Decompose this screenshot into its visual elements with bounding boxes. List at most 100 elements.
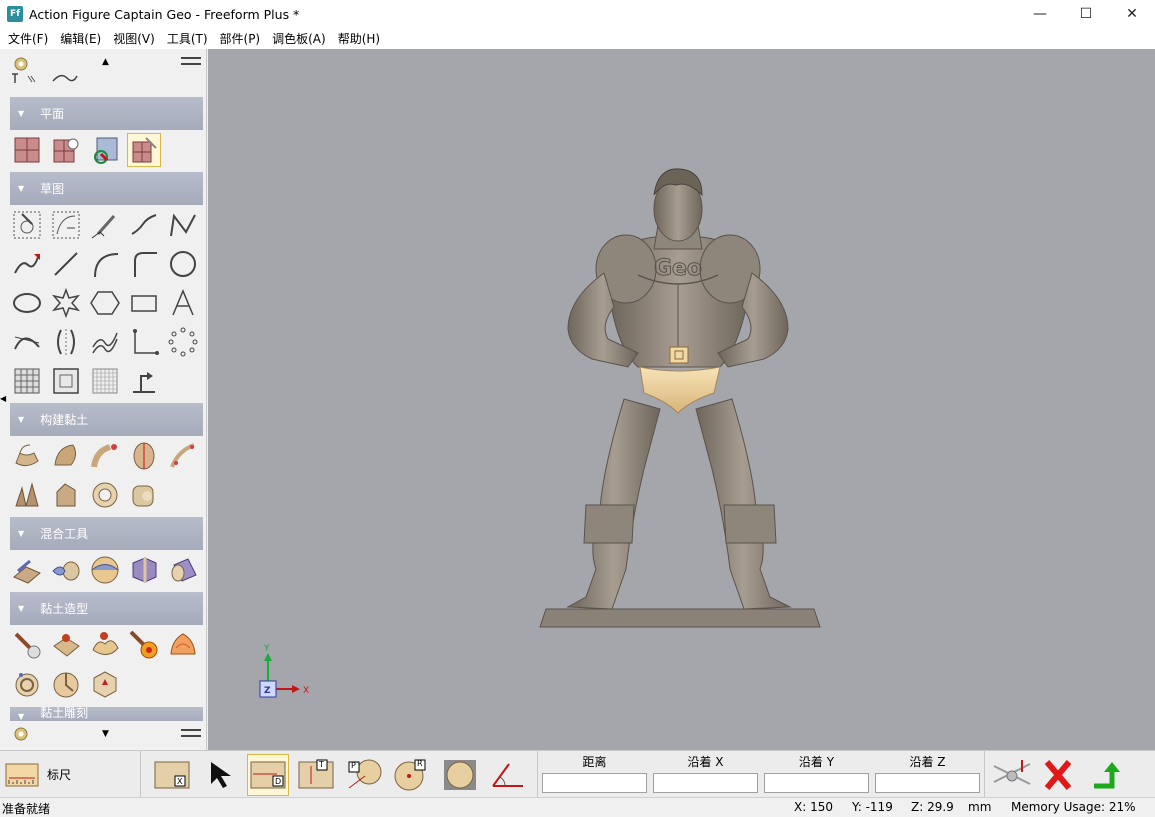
plane-move-icon[interactable] bbox=[89, 134, 121, 166]
sketch-select-icon[interactable] bbox=[11, 209, 43, 241]
distance-field[interactable] bbox=[542, 773, 647, 793]
cube-blend-icon[interactable] bbox=[128, 554, 160, 586]
palette-bottom-menu-icon[interactable] bbox=[181, 729, 201, 737]
section-plane[interactable]: ▼ 平面 bbox=[10, 97, 203, 130]
sketch-polyline-icon[interactable] bbox=[167, 209, 199, 241]
fine-grid-icon[interactable] bbox=[89, 365, 121, 397]
collapse-icon: ▼ bbox=[18, 529, 25, 538]
rounded-cube-icon[interactable] bbox=[128, 479, 160, 511]
fillet-icon[interactable] bbox=[128, 248, 160, 280]
ellipse-icon[interactable] bbox=[11, 287, 43, 319]
extrude-icon[interactable] bbox=[11, 440, 43, 472]
along-x-field[interactable] bbox=[653, 773, 758, 793]
sphere-blend-icon[interactable] bbox=[89, 554, 121, 586]
carve-icon[interactable] bbox=[11, 629, 43, 661]
panel-collapse-icon[interactable]: ◀ bbox=[0, 394, 6, 403]
star-icon[interactable] bbox=[50, 287, 82, 319]
circle-icon[interactable] bbox=[167, 248, 199, 280]
curve-strip-icon[interactable] bbox=[50, 71, 80, 85]
ring-carve-icon[interactable] bbox=[11, 668, 43, 700]
axis-z-label: Z bbox=[264, 686, 271, 696]
menu-view[interactable]: 视图(V) bbox=[108, 30, 160, 47]
offset-icon[interactable] bbox=[89, 326, 121, 358]
measure-radius-button[interactable]: R bbox=[392, 755, 432, 795]
wire-icon[interactable] bbox=[167, 440, 199, 472]
measure-top-button[interactable]: T bbox=[296, 755, 336, 795]
along-z-field[interactable] bbox=[875, 773, 980, 793]
menu-parts[interactable]: 部件(P) bbox=[215, 30, 266, 47]
torus-icon[interactable] bbox=[89, 479, 121, 511]
grid-snap-icon[interactable] bbox=[128, 326, 160, 358]
blend-icon[interactable] bbox=[11, 554, 43, 586]
plane-settings-icon[interactable] bbox=[50, 134, 82, 166]
checker-icon[interactable] bbox=[11, 365, 43, 397]
measure-x-button[interactable]: X bbox=[152, 755, 192, 795]
revolve-icon[interactable] bbox=[50, 440, 82, 472]
along-y-field[interactable] bbox=[764, 773, 869, 793]
palette-bottom-settings-icon[interactable] bbox=[8, 721, 34, 747]
measure-options-icon[interactable] bbox=[992, 755, 1032, 795]
section-clay-sculpt[interactable]: ▼ 黏土造型 bbox=[10, 592, 203, 625]
active-tool-label: 标尺 bbox=[47, 768, 72, 782]
sketch-pen-icon[interactable] bbox=[89, 209, 121, 241]
export-sketch-icon[interactable] bbox=[128, 365, 160, 397]
section-clay-carve[interactable]: ▼ 黏土雕刻 bbox=[10, 707, 203, 721]
trim-icon[interactable] bbox=[11, 326, 43, 358]
sketch-transform-icon[interactable] bbox=[50, 209, 82, 241]
cylinder-blend-icon[interactable] bbox=[167, 554, 199, 586]
section-blend-tools[interactable]: ▼ 混合工具 bbox=[10, 517, 203, 550]
tool-strip-icon[interactable] bbox=[8, 71, 48, 85]
paint-clay-icon[interactable] bbox=[128, 629, 160, 661]
axis-x-label: X bbox=[303, 686, 309, 696]
menu-edit[interactable]: 编辑(E) bbox=[55, 30, 106, 47]
loft-icon[interactable] bbox=[89, 440, 121, 472]
accept-icon[interactable] bbox=[1088, 755, 1128, 795]
arc-icon[interactable] bbox=[89, 248, 121, 280]
mirror-icon[interactable] bbox=[50, 326, 82, 358]
maximize-button[interactable]: ☐ bbox=[1063, 0, 1109, 28]
3d-viewport[interactable]: Geo Y Z X bbox=[208, 49, 1155, 750]
along-y-label: 沿着 Y bbox=[798, 755, 835, 769]
menu-file[interactable]: 文件(F) bbox=[3, 30, 53, 47]
point-circle-icon[interactable] bbox=[167, 326, 199, 358]
spike-icon[interactable] bbox=[11, 479, 43, 511]
emboss-icon[interactable] bbox=[50, 629, 82, 661]
measure-mode-group: X D T P R bbox=[142, 751, 538, 798]
scroll-up-icon[interactable]: ▲ bbox=[102, 57, 109, 67]
text-icon[interactable] bbox=[167, 287, 199, 319]
menu-help[interactable]: 帮助(H) bbox=[333, 30, 385, 47]
minimize-button[interactable]: — bbox=[1017, 0, 1063, 28]
spline-icon[interactable] bbox=[11, 248, 43, 280]
measure-angle-button[interactable] bbox=[488, 755, 528, 795]
dent-icon[interactable] bbox=[50, 668, 82, 700]
measure-sphere-button[interactable] bbox=[440, 755, 480, 795]
face-icon[interactable] bbox=[128, 440, 160, 472]
section-sketch[interactable]: ▼ 草图 bbox=[10, 172, 203, 205]
scroll-down-icon[interactable]: ▼ bbox=[102, 729, 109, 739]
menu-palette[interactable]: 调色板(A) bbox=[267, 30, 331, 47]
block-icon[interactable] bbox=[50, 479, 82, 511]
plane-icon[interactable] bbox=[11, 134, 43, 166]
polygon-icon[interactable] bbox=[89, 287, 121, 319]
select-pointer-icon[interactable] bbox=[202, 755, 242, 795]
menu-tools[interactable]: 工具(T) bbox=[162, 30, 213, 47]
line-icon[interactable] bbox=[50, 248, 82, 280]
close-button[interactable]: ✕ bbox=[1109, 0, 1155, 28]
section-build-clay[interactable]: ▼ 构建黏土 bbox=[10, 403, 203, 436]
sketch-grid-icon[interactable] bbox=[50, 365, 82, 397]
cancel-icon[interactable] bbox=[1038, 755, 1078, 795]
ruler-icon[interactable] bbox=[2, 755, 42, 795]
window-title: Action Figure Captain Geo - Freeform Plu… bbox=[29, 6, 300, 22]
palette-menu-icon[interactable] bbox=[181, 57, 201, 65]
measure-distance-button[interactable]: D bbox=[247, 754, 289, 796]
smooth-blend-icon[interactable] bbox=[50, 554, 82, 586]
sketch-curve-icon[interactable] bbox=[128, 209, 160, 241]
melt-icon[interactable] bbox=[167, 629, 199, 661]
smudge-icon[interactable] bbox=[89, 629, 121, 661]
plane-select-icon[interactable] bbox=[127, 133, 161, 167]
rectangle-icon[interactable] bbox=[128, 287, 160, 319]
collapse-icon: ▼ bbox=[18, 184, 25, 193]
cube-carve-icon[interactable] bbox=[89, 668, 121, 700]
measure-point-button[interactable]: P bbox=[344, 755, 384, 795]
chest-emblem-text: Geo bbox=[654, 256, 702, 281]
